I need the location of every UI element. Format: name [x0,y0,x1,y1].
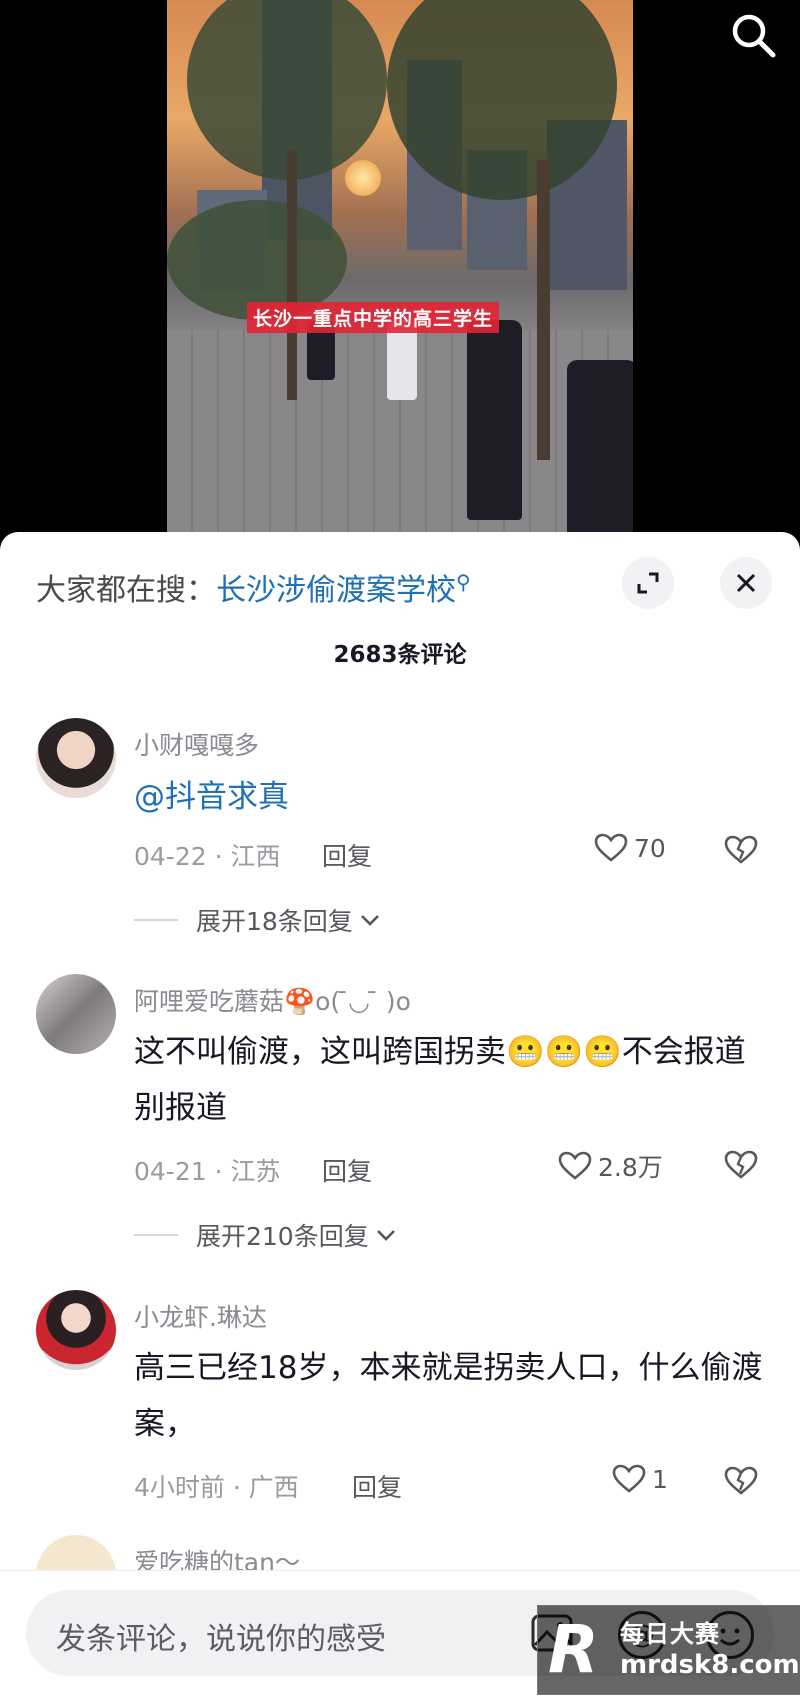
suggestion-prefix: 大家都在搜： [36,573,216,608]
search-small-icon: ⚲ [456,570,471,594]
comment-author[interactable]: 阿哩爱吃蘑菇🍄o( ̄◡ ̄ )o [134,982,411,1018]
chevron-down-icon [360,915,379,926]
comment-input-placeholder: 发条评论，说说你的感受 [56,1622,386,1657]
broken-heart-icon[interactable] [724,1466,758,1496]
expand-icon [637,572,659,594]
heart-icon [558,1151,592,1180]
comment-meta: 4小时前 · 广西 [134,1473,299,1502]
search-icon[interactable] [728,10,778,60]
expand-fullscreen-button[interactable] [622,557,674,609]
comment-count: 2683条评论 [333,642,467,668]
comment-author[interactable]: 小龙虾.琳达 [134,1298,267,1334]
close-icon [736,573,756,593]
comment-text: 高三已经18岁，本来就是拐卖人口，什么偷渡案， [134,1350,763,1442]
like-count: 2.8万 [598,1153,663,1182]
expand-replies-label: 展开210条回复 [196,1222,369,1251]
comment-meta: 04-21 · 江苏 [134,1157,281,1186]
tree-trunk [537,160,550,460]
like-button[interactable]: 2.8万 [558,1148,663,1184]
expand-replies[interactable]: 展开18条回复 [134,902,381,938]
student-figure [567,360,633,540]
heart-icon [594,833,628,862]
sun [345,160,381,196]
like-button[interactable]: 1 [612,1464,668,1494]
expand-replies[interactable]: 展开210条回复 [134,1217,397,1253]
video-frame[interactable]: 长沙一重点中学的高三学生 [167,0,633,540]
like-button[interactable]: 70 [594,833,666,863]
comment-meta: 04-22 · 江西 [134,842,281,871]
watermark-url: mrdsk8.com [620,1650,800,1680]
comment-text: 这不叫偷渡，这叫跨国拐卖😬😬😬不会报道别报道 [134,1034,746,1126]
reply-button[interactable]: 回复 [322,837,372,873]
comment-text: @抖音求真 [134,769,774,825]
tree-trunk [287,150,297,400]
comment-author[interactable]: 小财嘎嘎多 [134,726,259,762]
close-button[interactable] [720,557,772,609]
suggestion-keyword[interactable]: 长沙涉偷渡案学校 [216,573,456,608]
student-figure [467,320,522,520]
broken-heart-icon[interactable] [724,835,758,865]
heart-icon [612,1464,646,1493]
reply-button[interactable]: 回复 [352,1468,402,1504]
divider [134,919,178,921]
like-count: 70 [634,833,666,863]
avatar[interactable] [36,1290,116,1370]
watermark-brand: 每日大赛 [620,1620,720,1648]
expand-replies-label: 展开18条回复 [196,907,353,936]
divider [134,1234,178,1236]
mention-link[interactable]: @抖音求真 [134,779,289,815]
reply-button[interactable]: 回复 [322,1152,372,1188]
like-count: 1 [652,1464,668,1494]
video-player[interactable]: 长沙一重点中学的高三学生 [0,0,800,540]
watermark-logo-icon: R [548,1611,599,1688]
avatar[interactable] [36,974,116,1054]
search-suggestion[interactable]: 大家都在搜：长沙涉偷渡案学校⚲ [36,565,471,609]
broken-heart-icon[interactable] [724,1150,758,1180]
video-caption: 长沙一重点中学的高三学生 [247,302,500,333]
avatar[interactable] [36,718,116,798]
watermark: R 每日大赛 mrdsk8.com [537,1605,800,1695]
chevron-down-icon [376,1230,395,1241]
